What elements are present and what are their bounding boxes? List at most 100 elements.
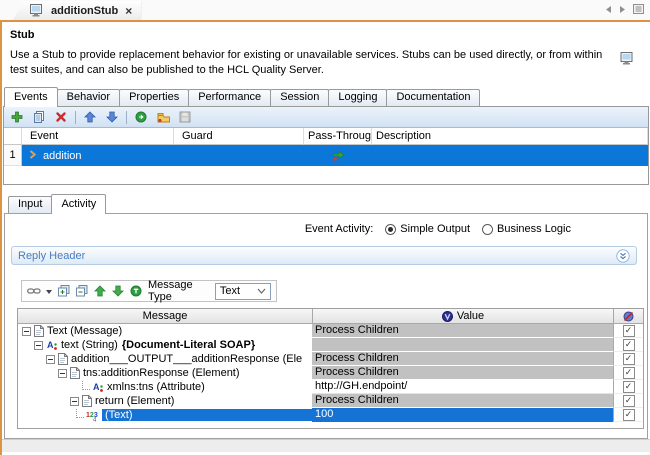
collapse-all-button[interactable] [75, 283, 88, 299]
tab-session[interactable]: Session [270, 89, 329, 106]
pass-through-arrow-icon [332, 150, 345, 161]
tab-activity[interactable]: Activity [51, 194, 106, 214]
delete-x-icon [55, 111, 67, 123]
tree-node-label: addition___OUTPUT___additionResponse (El… [71, 353, 302, 365]
close-icon[interactable]: × [125, 6, 132, 16]
copy-event-button[interactable] [31, 109, 47, 125]
event-activity-label: Event Activity: [305, 223, 373, 235]
tree-col-value: Value [312, 309, 613, 324]
toolbar-separator [75, 111, 76, 124]
event-row-number: 1 [4, 145, 22, 166]
include-checkbox-cell [613, 338, 643, 352]
checked-checkbox[interactable] [623, 353, 635, 365]
event-pass-through-cell[interactable] [304, 150, 372, 161]
collapse-toggle-icon[interactable] [46, 355, 55, 364]
include-checkbox-cell [613, 408, 643, 422]
link-button[interactable] [27, 283, 41, 299]
collapse-toggle-icon[interactable] [34, 341, 43, 350]
nav-right-icon[interactable] [619, 5, 626, 17]
go-circle-icon [135, 111, 147, 123]
string-a-icon: A [92, 381, 104, 393]
disk-icon [179, 111, 191, 123]
radio-simple-output[interactable]: Simple Output [385, 223, 470, 235]
field-options-button[interactable] [130, 283, 143, 299]
events-toolbar [4, 107, 648, 128]
tree-node-label: Text (Message) [47, 325, 122, 337]
double-chevron-icon[interactable] [616, 249, 630, 263]
tree-row-addition-response[interactable]: addition___OUTPUT___additionResponse (El… [18, 352, 643, 366]
include-checkbox-cell [613, 352, 643, 366]
collapse-toggle-icon[interactable] [22, 327, 31, 336]
tree-node-value[interactable]: Process Children [312, 324, 613, 338]
tab-documentation[interactable]: Documentation [386, 89, 480, 106]
tab-properties[interactable]: Properties [119, 89, 189, 106]
message-toolbar: Message Type Text [21, 280, 277, 302]
move-up-button[interactable] [82, 109, 98, 125]
checked-checkbox[interactable] [623, 395, 635, 407]
filter-slash-icon [623, 311, 634, 322]
reply-header-title: Reply Header [18, 250, 85, 262]
checked-checkbox[interactable] [623, 339, 635, 351]
move-field-up-button[interactable] [93, 283, 106, 299]
tree-row-text-value[interactable]: 1234 (Text) 100 [18, 408, 643, 422]
soap-annotation: {Document-Literal SOAP} [122, 339, 255, 351]
checked-checkbox[interactable] [623, 409, 635, 421]
copy-icon [33, 111, 45, 123]
radio-business-logic[interactable]: Business Logic [482, 223, 571, 235]
checked-checkbox[interactable] [623, 381, 635, 393]
tab-list-icon[interactable] [633, 4, 644, 17]
message-type-select[interactable]: Text [215, 283, 271, 300]
tree-node-value[interactable] [312, 338, 613, 352]
tab-logging[interactable]: Logging [328, 89, 387, 106]
down-arrow-icon [106, 111, 118, 123]
radio-selected-icon [385, 224, 396, 235]
tree-node-value[interactable]: Process Children [312, 394, 613, 408]
tree-row-text-string[interactable]: A text (String) {Document-Literal SOAP} [18, 338, 643, 352]
tree-node-value[interactable]: Process Children [312, 352, 613, 366]
collapse-toggle-icon[interactable] [70, 397, 79, 406]
checked-checkbox[interactable] [623, 367, 635, 379]
expand-all-button[interactable] [57, 283, 70, 299]
chevron-down-icon [257, 288, 266, 294]
tree-row-tns-addition-response[interactable]: tns:additionResponse (Element) Process C… [18, 366, 643, 380]
tab-input[interactable]: Input [8, 196, 52, 213]
svg-text:A: A [47, 340, 54, 350]
checked-checkbox[interactable] [623, 325, 635, 337]
events-col-pass-through: Pass-Through [304, 128, 372, 145]
tree-row-xmlns-tns[interactable]: A xmlns:tns (Attribute) http://GH.endpoi… [18, 380, 643, 394]
delete-event-button[interactable] [53, 109, 69, 125]
tree-row-return[interactable]: return (Element) Process Children [18, 394, 643, 408]
move-down-button[interactable] [104, 109, 120, 125]
add-event-button[interactable] [9, 109, 25, 125]
run-button[interactable] [133, 109, 149, 125]
tab-events[interactable]: Events [4, 87, 58, 107]
tree-node-value[interactable]: http://GH.endpoint/ [312, 380, 613, 394]
string-a-icon: A [46, 339, 58, 351]
toolbar-separator [126, 111, 127, 124]
tree-row-text-message[interactable]: Text (Message) Process Children [18, 324, 643, 338]
page-title: Stub [10, 29, 642, 41]
tab-performance[interactable]: Performance [188, 89, 271, 106]
events-col-description: Description [372, 128, 648, 145]
link-dropdown-caret[interactable] [46, 285, 52, 297]
event-row-addition[interactable]: addition [22, 145, 648, 166]
add-icon [11, 111, 23, 123]
collapse-toggle-icon[interactable] [58, 369, 67, 378]
tree-node-label: text (String) [61, 339, 118, 351]
stub-description-line2: test suites, and can also be published t… [10, 63, 642, 78]
activity-panel: Event Activity: Simple Output Business L… [4, 213, 648, 439]
tree-node-value[interactable]: Process Children [312, 366, 613, 380]
nav-left-icon[interactable] [605, 5, 612, 17]
save-button[interactable] [177, 109, 193, 125]
green-up-arrow-icon [94, 285, 106, 297]
editor-tab-additionstub[interactable]: additionStub × [13, 1, 141, 20]
monitor-icon [619, 52, 634, 69]
monitor-icon [29, 4, 43, 17]
open-folder-button[interactable] [155, 109, 171, 125]
move-field-down-button[interactable] [112, 283, 125, 299]
tab-behavior[interactable]: Behavior [57, 89, 120, 106]
tree-node-label: return (Element) [95, 395, 174, 407]
tree-node-value[interactable]: 100 [312, 408, 613, 422]
reply-header-section[interactable]: Reply Header [11, 246, 637, 265]
green-down-arrow-icon [112, 285, 124, 297]
